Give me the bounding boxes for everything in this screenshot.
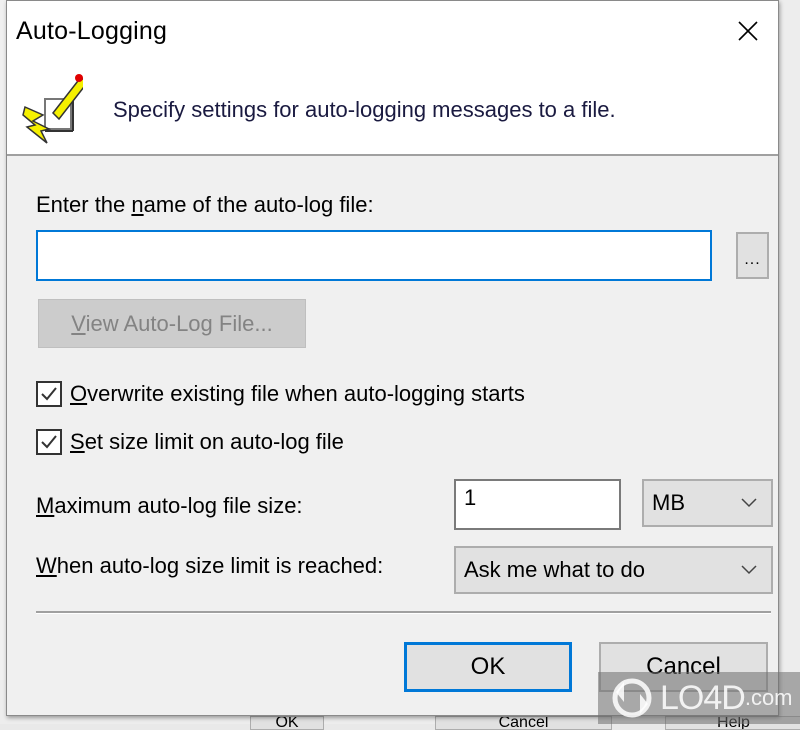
max-size-label: Maximum auto-log file size: <box>36 493 303 518</box>
dialog-title: Auto-Logging <box>16 17 168 45</box>
limit-action-select[interactable]: Ask me what to do <box>454 546 773 594</box>
watermark: LO4D .com <box>598 672 800 724</box>
file-name-input[interactable] <box>36 230 712 281</box>
watermark-suffix: .com <box>744 685 793 710</box>
size-unit-value: MB <box>652 490 685 515</box>
size-limit-checkbox-row[interactable]: Set size limit on auto-log file <box>36 429 344 455</box>
separator <box>36 611 771 614</box>
close-button[interactable] <box>726 11 770 51</box>
background-ok-button: OK <box>250 716 324 730</box>
chevron-down-icon <box>741 565 757 575</box>
checkmark-icon <box>41 435 57 449</box>
view-auto-log-file-button[interactable]: View Auto-Log File... <box>38 299 306 348</box>
auto-log-pencil-icon <box>22 74 83 144</box>
size-limit-checkbox[interactable] <box>36 429 62 455</box>
max-size-input[interactable] <box>454 479 621 530</box>
dialog-description: Specify settings for auto-logging messag… <box>113 97 616 122</box>
dialog-header: Auto-Logging Specify settings for auto-l… <box>7 1 778 156</box>
overwrite-label: Overwrite existing file when auto-loggin… <box>70 381 525 406</box>
limit-action-label: When auto-log size limit is reached: <box>36 553 384 578</box>
watermark-text: LO4D <box>660 678 746 717</box>
browse-button[interactable]: ... <box>736 232 769 279</box>
file-name-label: Enter the name of the auto-log file: <box>36 192 374 217</box>
size-limit-label: Set size limit on auto-log file <box>70 429 344 454</box>
limit-action-value: Ask me what to do <box>464 557 645 582</box>
checkmark-icon <box>41 387 57 401</box>
ok-button[interactable]: OK <box>404 642 572 692</box>
background-cancel-button: Cancel <box>435 716 612 730</box>
auto-logging-dialog: Auto-Logging Specify settings for auto-l… <box>6 0 779 716</box>
size-unit-select[interactable]: MB <box>642 479 773 527</box>
overwrite-checkbox-row[interactable]: Overwrite existing file when auto-loggin… <box>36 381 525 407</box>
overwrite-checkbox[interactable] <box>36 381 62 407</box>
watermark-logo-icon <box>612 678 652 718</box>
close-icon <box>738 21 758 41</box>
chevron-down-icon <box>741 498 757 508</box>
